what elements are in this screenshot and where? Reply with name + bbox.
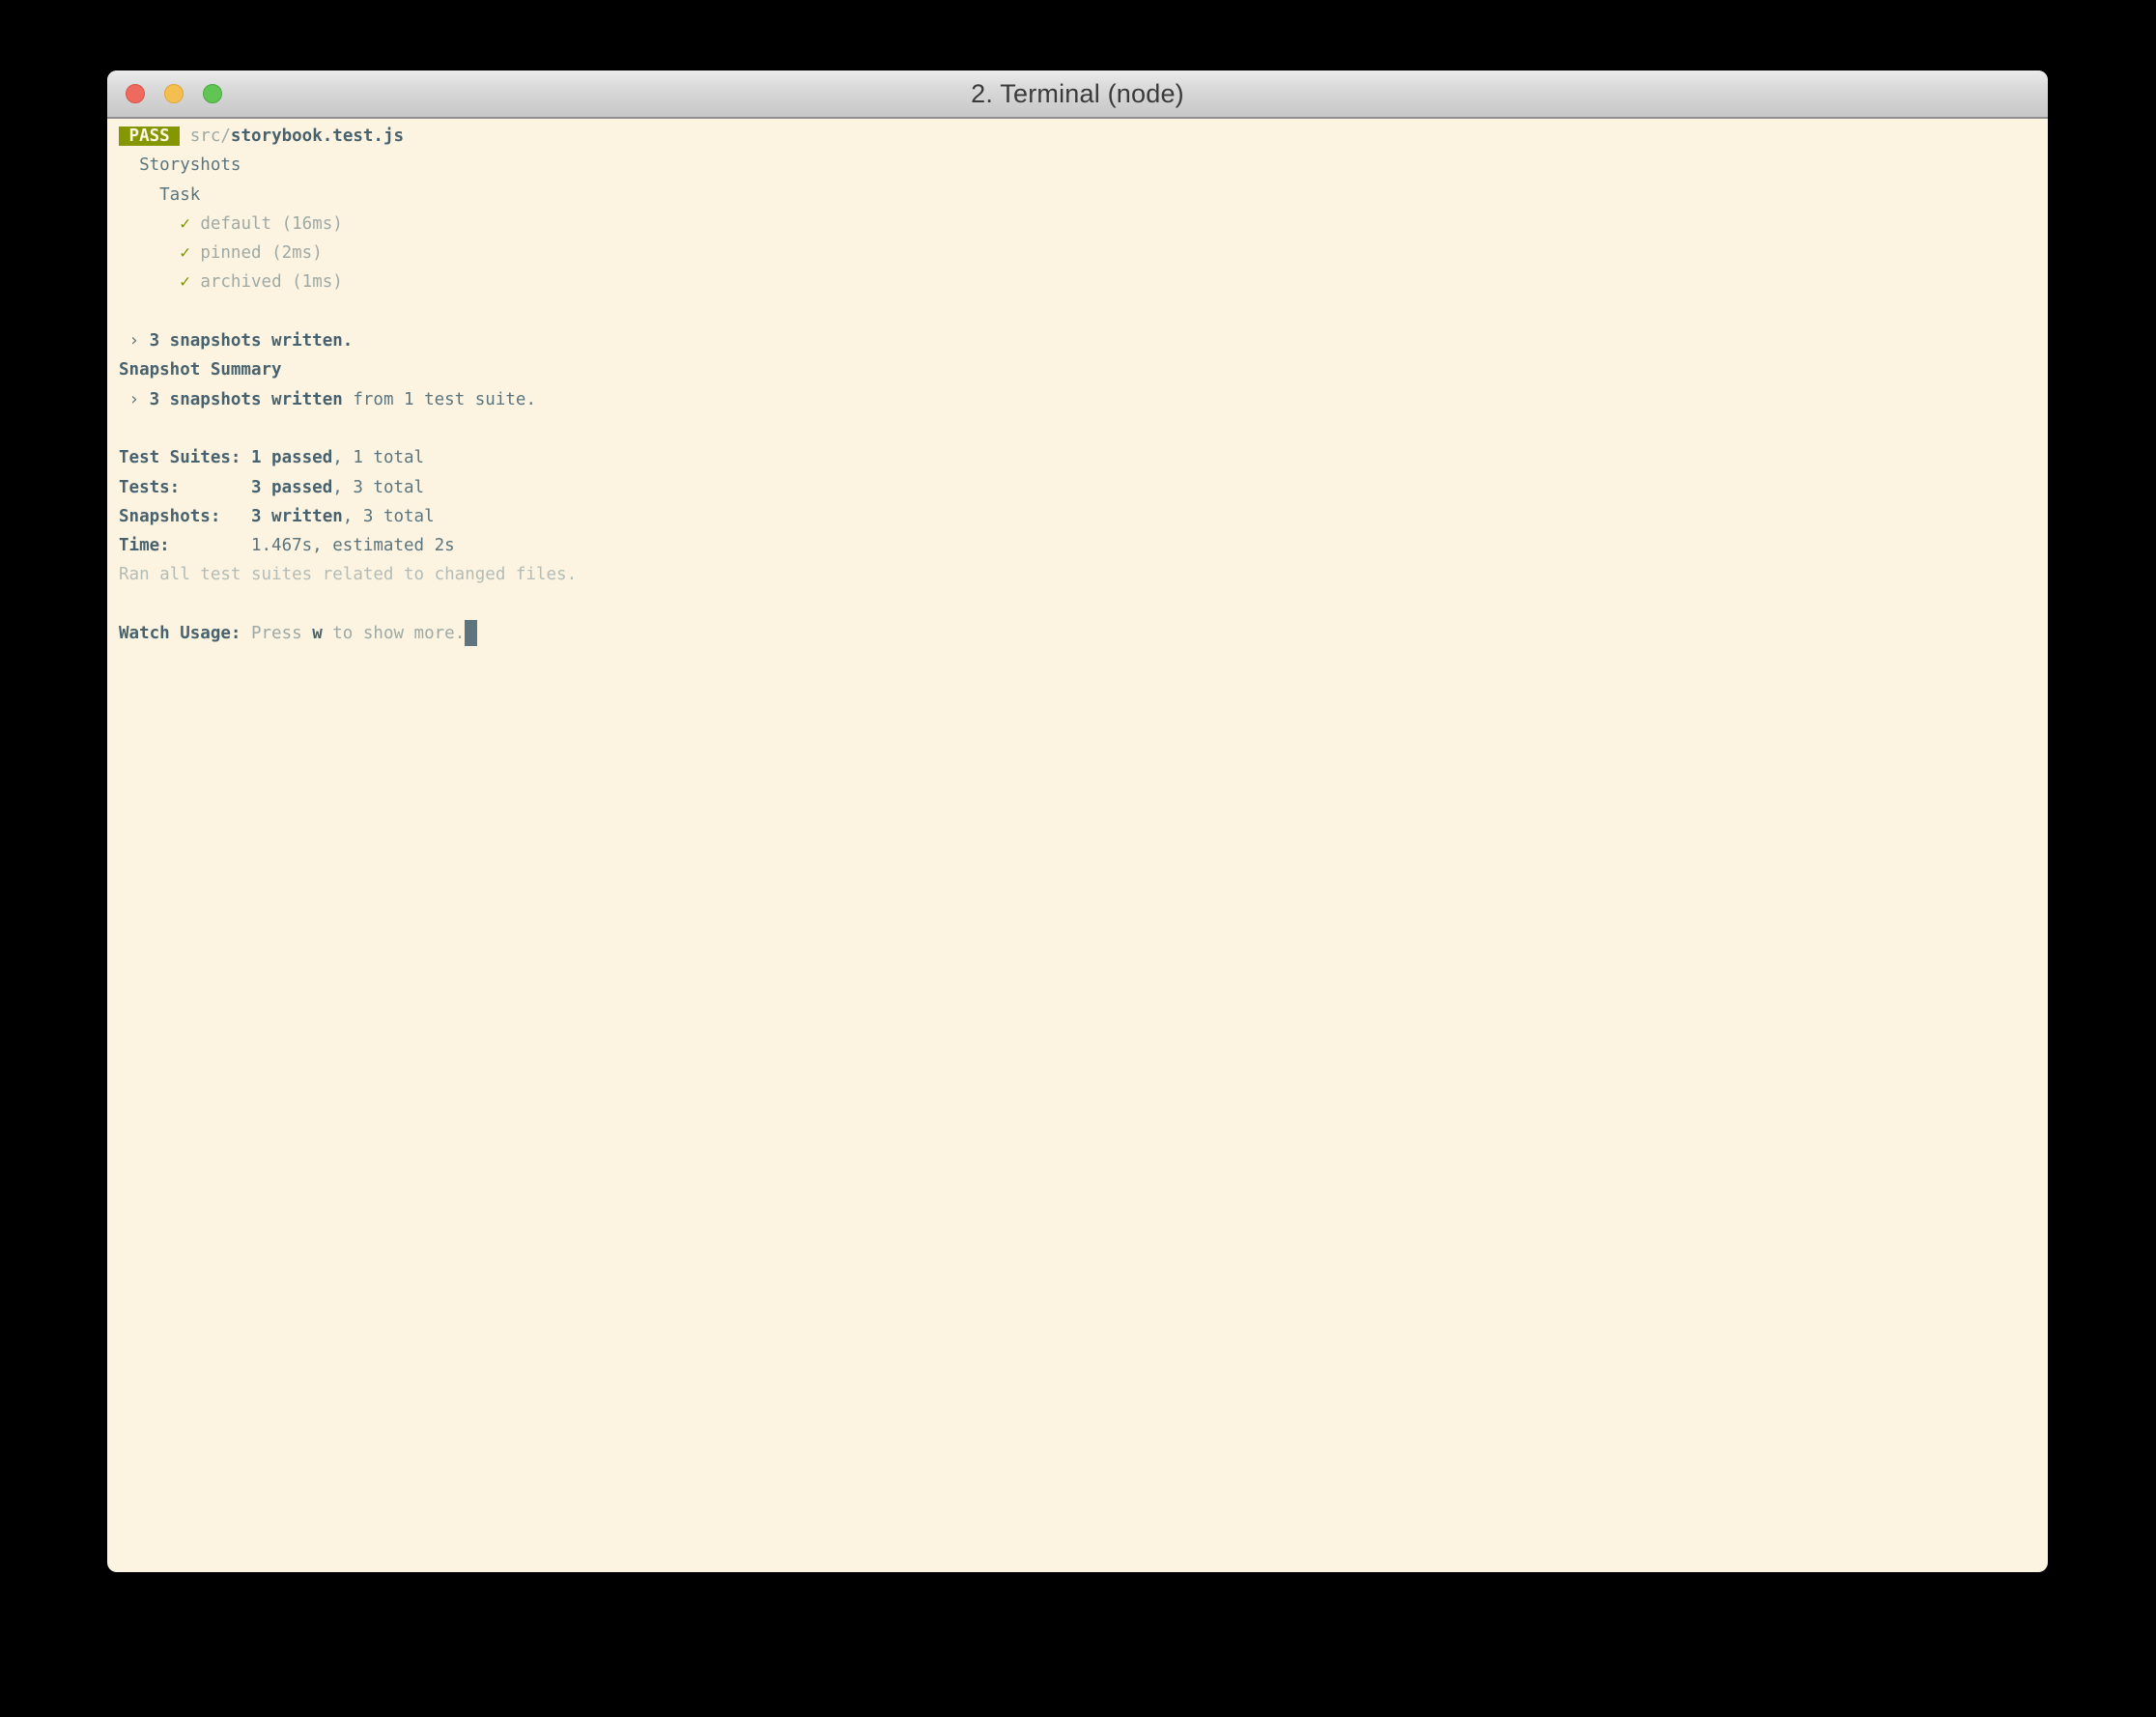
terminal-line: Tests: 3 passed, 3 total <box>119 473 2036 502</box>
traffic-lights <box>126 84 222 103</box>
terminal-text: › <box>119 331 150 351</box>
terminal-text: 3 written <box>251 507 343 526</box>
terminal-text: default (16ms) <box>200 214 343 234</box>
terminal-text: src/ <box>190 127 231 146</box>
terminal-line: Ran all test suites related to changed f… <box>119 560 2036 589</box>
terminal-text: pinned (2ms) <box>200 243 322 263</box>
window-title: 2. Terminal (node) <box>971 79 1184 109</box>
terminal-text <box>190 214 201 234</box>
terminal-text <box>190 272 201 292</box>
terminal-line: PASS src/storybook.test.js <box>119 122 2036 151</box>
terminal-text <box>119 243 180 263</box>
terminal-line <box>119 590 2036 619</box>
terminal-line: ✓ pinned (2ms) <box>119 239 2036 267</box>
terminal-line: Test Suites: 1 passed, 1 total <box>119 443 2036 472</box>
terminal-text: , 1 total <box>332 448 424 467</box>
terminal-text: 1.467s, estimated 2s <box>251 536 455 555</box>
terminal-text: 3 snapshots written <box>150 390 343 409</box>
terminal-text: Tests: <box>119 478 251 497</box>
terminal-text: Ran all test suites related to changed f… <box>119 565 577 584</box>
terminal-text: › <box>119 390 150 409</box>
terminal-text: Watch Usage: <box>119 624 251 643</box>
check-icon: ✓ <box>180 272 190 292</box>
terminal-text <box>190 243 201 263</box>
terminal-line: Snapshots: 3 written, 3 total <box>119 502 2036 531</box>
terminal-window: 2. Terminal (node) PASS src/storybook.te… <box>107 70 2048 1572</box>
terminal-text: from 1 test suite. <box>343 390 536 409</box>
terminal-line: › 3 snapshots written from 1 test suite. <box>119 385 2036 414</box>
terminal-line: ✓ default (16ms) <box>119 210 2036 239</box>
terminal-text: storybook.test.js <box>231 127 404 146</box>
terminal-text: Time: <box>119 536 251 555</box>
minimize-button[interactable] <box>164 84 184 103</box>
check-icon: ✓ <box>180 243 190 263</box>
terminal-text <box>180 127 190 146</box>
terminal-text: Press <box>251 624 312 643</box>
terminal-line: Time: 1.467s, estimated 2s <box>119 531 2036 560</box>
terminal-text: archived (1ms) <box>200 272 343 292</box>
terminal-text <box>119 272 180 292</box>
terminal-text: Snapshots: <box>119 507 251 526</box>
terminal-text: to show more. <box>323 624 466 643</box>
terminal-text <box>119 214 180 234</box>
pass-badge: PASS <box>119 127 180 146</box>
terminal-text: Task <box>119 185 200 205</box>
terminal-text: , 3 total <box>343 507 435 526</box>
terminal-line: Storyshots <box>119 151 2036 180</box>
terminal-line <box>119 414 2036 443</box>
terminal-line: Task <box>119 181 2036 210</box>
close-button[interactable] <box>126 84 145 103</box>
terminal-output[interactable]: PASS src/storybook.test.js Storyshots Ta… <box>107 119 2048 648</box>
terminal-line: › 3 snapshots written. <box>119 326 2036 355</box>
terminal-text: Test Suites: <box>119 448 251 467</box>
block-cursor <box>465 620 477 646</box>
terminal-line: ✓ archived (1ms) <box>119 267 2036 296</box>
check-icon: ✓ <box>180 214 190 234</box>
terminal-line: Snapshot Summary <box>119 355 2036 384</box>
terminal-text: 3 snapshots written. <box>150 331 354 351</box>
terminal-line <box>119 297 2036 326</box>
terminal-text: , 3 total <box>332 478 424 497</box>
terminal-text: 3 passed <box>251 478 332 497</box>
title-bar[interactable]: 2. Terminal (node) <box>107 70 2048 119</box>
terminal-text: w <box>312 624 323 643</box>
terminal-text: Storyshots <box>119 155 241 175</box>
zoom-button[interactable] <box>203 84 222 103</box>
terminal-line: Watch Usage: Press w to show more. <box>119 619 2036 648</box>
terminal-text: Snapshot Summary <box>119 360 282 380</box>
terminal-text: 1 passed <box>251 448 332 467</box>
